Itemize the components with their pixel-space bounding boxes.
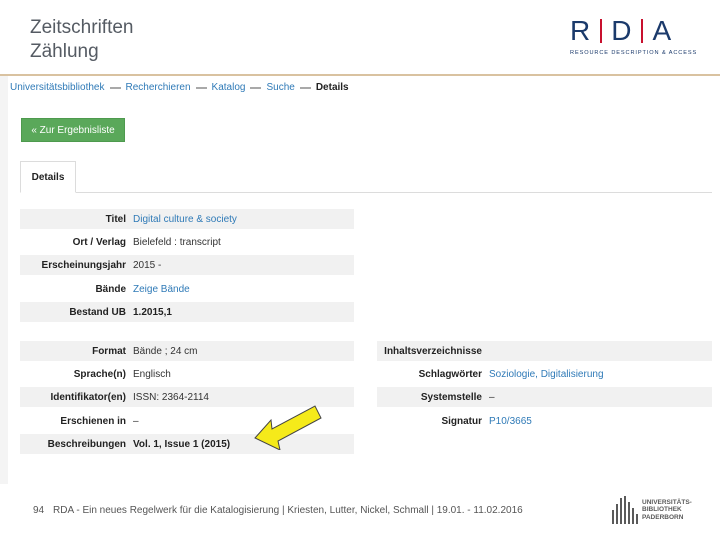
ub-logo-line3: PADERBORN	[642, 513, 684, 521]
subject-link[interactable]: Soziologie, Digitalisierung	[482, 369, 604, 380]
breadcrumb-link-universitaetsbibliothek[interactable]: Universitätsbibliothek	[10, 82, 105, 93]
detail-value: Bielefeld : transcript	[133, 236, 221, 248]
detail-row-systemstelle: Systemstelle –	[377, 387, 712, 407]
detail-label: Format	[92, 345, 126, 357]
detail-value: Englisch	[133, 368, 171, 380]
detail-row-ort-verlag: Ort / Verlag Bielefeld : transcript	[20, 232, 354, 252]
detail-label: Sprache(n)	[73, 368, 126, 380]
slide-title-line2: Zählung	[30, 41, 99, 62]
detail-row-bestand: Bestand UB 1.2015,1	[20, 302, 354, 322]
detail-value: Vol. 1, Issue 1 (2015)	[133, 438, 231, 450]
tab-details[interactable]: Details	[20, 161, 76, 193]
detail-label: Beschreibungen	[47, 438, 126, 450]
breadcrumb-link-suche[interactable]: Suche	[266, 82, 294, 93]
rda-logo-letter: D	[611, 15, 633, 46]
detail-label: Erscheinungsjahr	[41, 259, 126, 271]
detail-label: Schlagwörter	[418, 368, 482, 380]
detail-label: Identifikator(en)	[50, 391, 126, 403]
breadcrumb-separator-icon	[299, 86, 311, 89]
breadcrumb: Universitätsbibliothek Recherchieren Kat…	[10, 82, 349, 93]
breadcrumb-link-recherchieren[interactable]: Recherchieren	[126, 82, 191, 93]
detail-row-inhaltsverzeichnisse: Inhaltsverzeichnisse	[377, 341, 712, 361]
slide-title-line1: Zeitschriften	[30, 17, 134, 38]
call-number-link[interactable]: P10/3665	[482, 416, 532, 427]
detail-label: Bestand UB	[69, 306, 126, 318]
breadcrumb-separator-icon	[109, 86, 121, 89]
show-volumes-link[interactable]: Zeige Bände	[126, 284, 190, 295]
back-to-results-button[interactable]: « Zur Ergebnisliste	[21, 118, 125, 142]
rda-logo-letter: R	[570, 15, 592, 46]
detail-label: Erschienen in	[60, 415, 126, 427]
detail-value: Bände ; 24 cm	[133, 345, 198, 357]
detail-value-link[interactable]: Digital culture & society	[126, 214, 237, 225]
detail-row-schlagwoerter: Schlagwörter Soziologie, Digitalisierung	[377, 364, 712, 384]
ub-logo-mark-icon	[612, 496, 638, 524]
page-number: 94	[33, 505, 45, 516]
catalog-screenshot: Universitätsbibliothek Recherchieren Kat…	[0, 76, 720, 484]
detail-value: 2015 -	[133, 259, 162, 271]
annotation-arrow-icon	[254, 405, 322, 450]
breadcrumb-separator-icon	[195, 86, 207, 89]
detail-row-sprache: Sprache(n) Englisch	[20, 364, 354, 384]
detail-row-erscheinungsjahr: Erscheinungsjahr 2015 -	[20, 255, 354, 275]
breadcrumb-separator-icon	[250, 86, 262, 89]
detail-label: Bände	[95, 283, 126, 295]
ub-logo-line1: UNIVERSITÄTS-	[642, 498, 692, 506]
rda-logo: R D A RESOURCE DESCRIPTION & ACCESS	[570, 15, 710, 58]
detail-label: Titel	[105, 213, 126, 225]
detail-value: ISSN: 2364-2114	[133, 391, 209, 403]
rda-logo-letter: A	[652, 15, 673, 46]
detail-value: 1.2015,1	[133, 306, 172, 318]
detail-row-baende: Bände Zeige Bände	[20, 279, 354, 299]
ub-logo-line2: BIBLIOTHEK	[642, 506, 682, 514]
detail-value: –	[489, 391, 495, 403]
detail-value: –	[133, 415, 139, 427]
breadcrumb-link-katalog[interactable]: Katalog	[212, 82, 246, 93]
detail-label: Systemstelle	[420, 391, 482, 403]
detail-label: Inhaltsverzeichnisse	[384, 345, 482, 357]
rda-logo-bar	[600, 19, 603, 43]
rda-logo-bar	[641, 19, 644, 43]
detail-row-titel: Titel Digital culture & society	[20, 209, 354, 229]
slide-title: Zeitschriften Zählung	[30, 16, 133, 64]
rda-logo-tagline: RESOURCE DESCRIPTION & ACCESS	[570, 50, 698, 56]
footer-text: RDA - Ein neues Regelwerk für die Katalo…	[53, 505, 523, 516]
ub-paderborn-logo: UNIVERSITÄTS- BIBLIOTHEK PADERBORN	[612, 494, 712, 526]
detail-row-format: Format Bände ; 24 cm	[20, 341, 354, 361]
tab-bar-line	[20, 192, 712, 193]
detail-label: Ort / Verlag	[72, 236, 126, 248]
detail-label: Signatur	[441, 415, 482, 427]
left-margin-strip	[0, 76, 8, 484]
breadcrumb-current: Details	[315, 82, 349, 93]
detail-row-signatur: Signatur P10/3665	[377, 411, 712, 431]
